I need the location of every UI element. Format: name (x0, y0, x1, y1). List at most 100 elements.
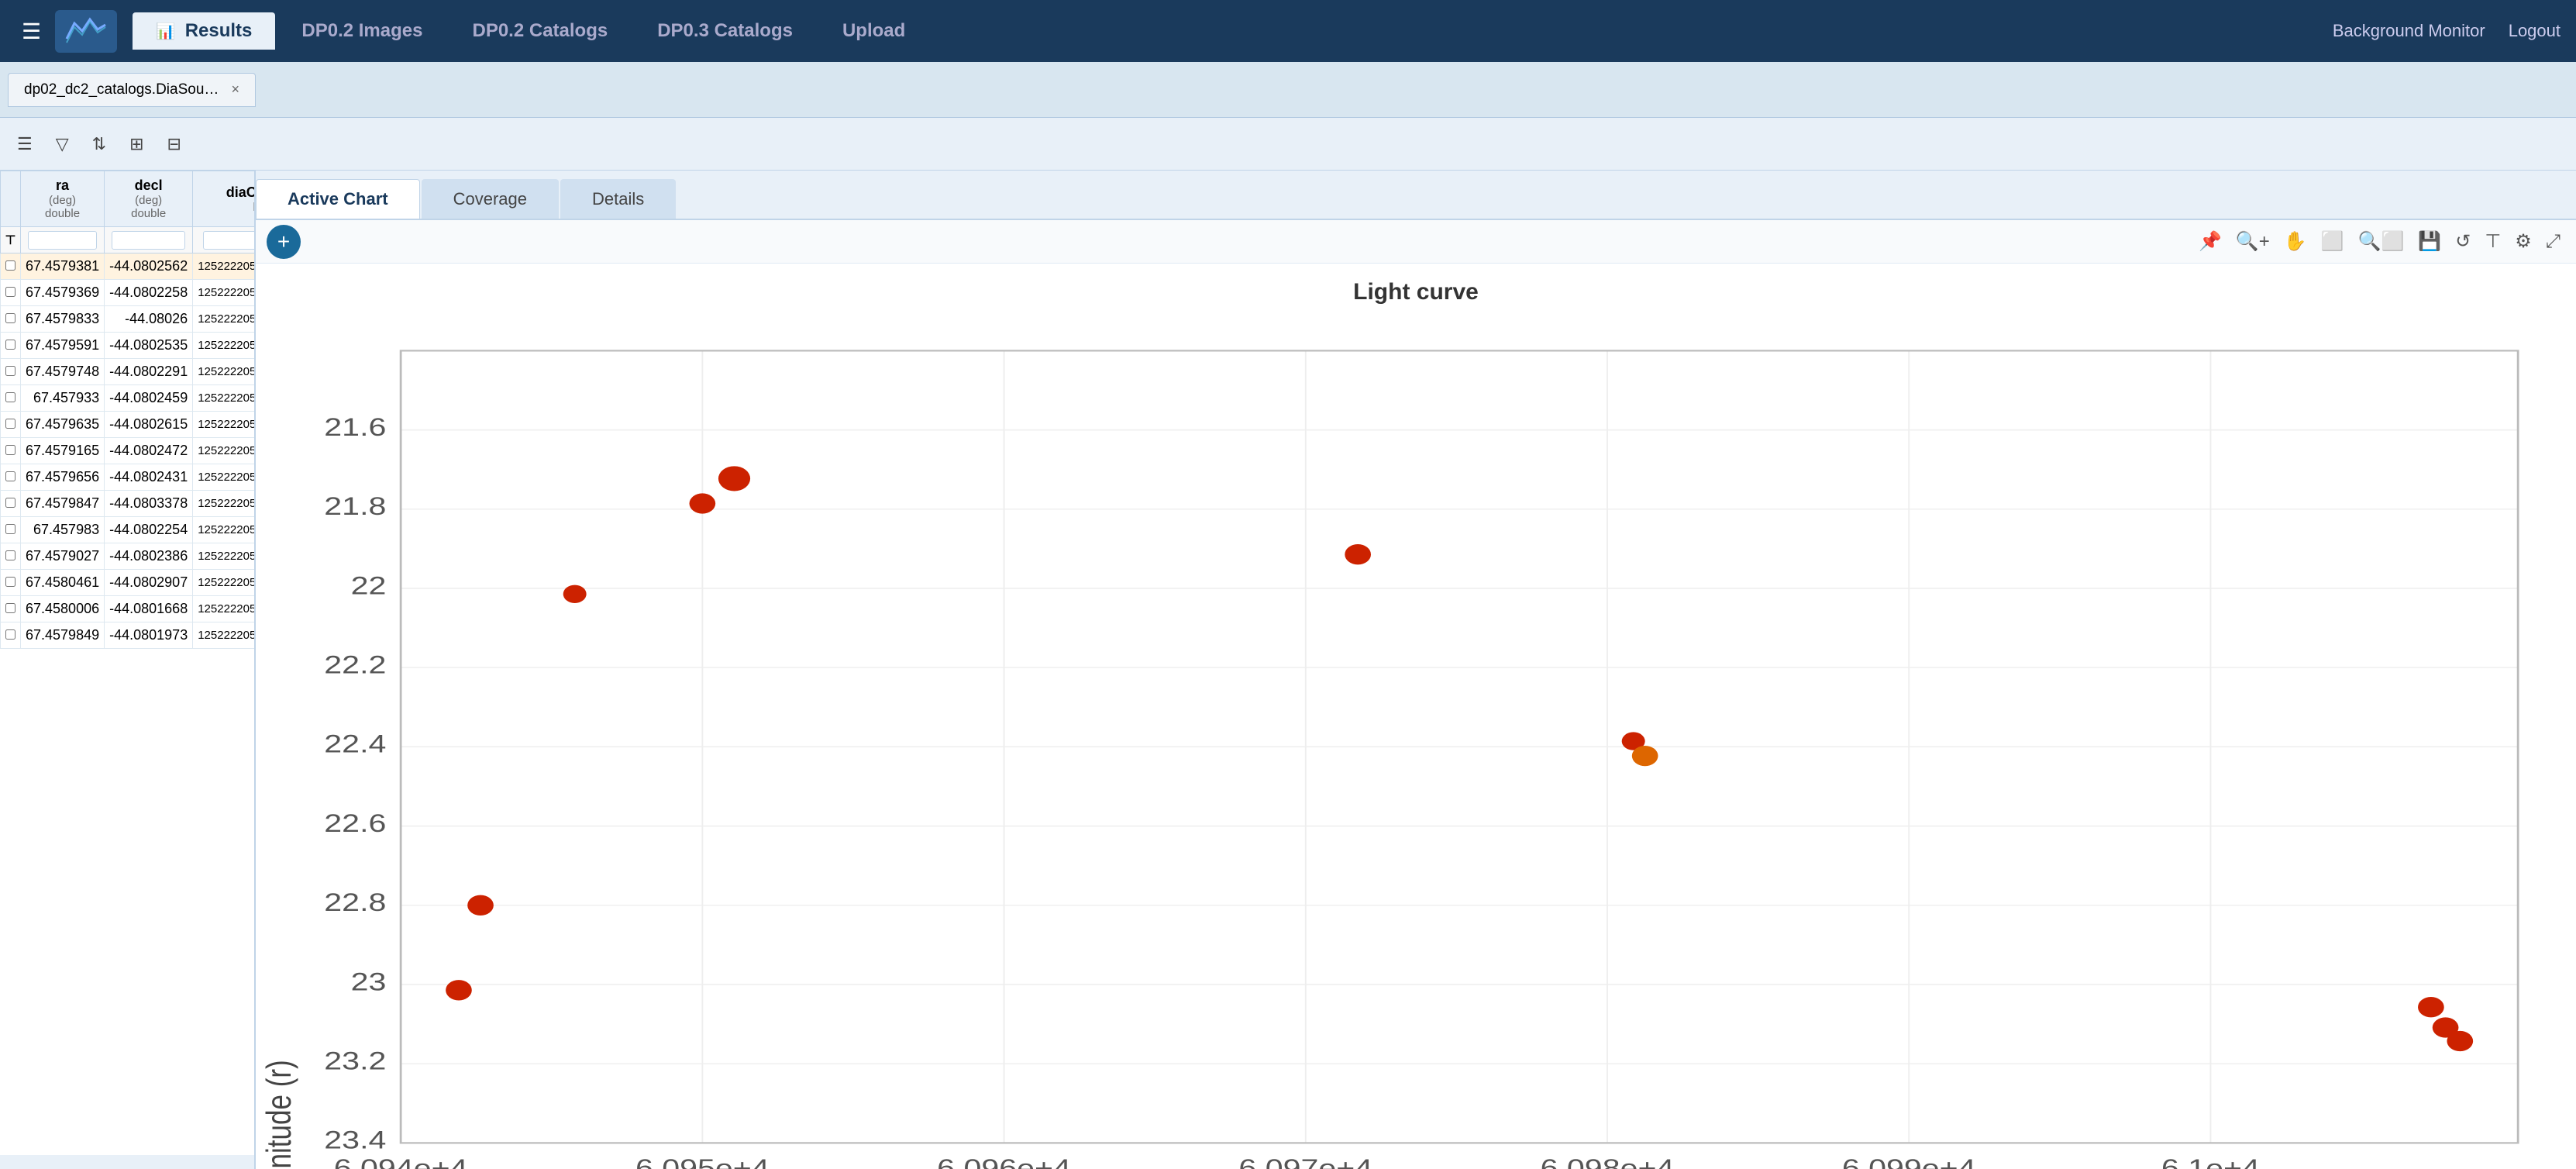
select-rect-button[interactable]: ⬜ (2316, 227, 2349, 256)
menu-button[interactable]: ☰ (15, 12, 47, 50)
table-row[interactable]: 67.4580461-44.0802907125222205987345562 … (1, 570, 255, 596)
toolbar-sort-button[interactable]: ⇅ (83, 128, 115, 160)
cell-diaobjectid: 125222205987345562 12 (193, 412, 254, 438)
row-checkbox[interactable] (5, 445, 15, 455)
tab-details[interactable]: Details (560, 179, 676, 219)
cell-decl: -44.0802431 (105, 464, 193, 491)
pan-button[interactable]: ✋ (2279, 227, 2312, 256)
filter-ra[interactable] (21, 227, 105, 253)
cell-decl: -44.0802386 (105, 543, 193, 570)
row-checkbox[interactable] (5, 498, 15, 508)
active-tab[interactable]: dp02_dc2_catalogs.DiaSource... × (8, 73, 256, 107)
tab-active-chart[interactable]: Active Chart (256, 179, 420, 219)
cell-diaobjectid: 125222205987345562 12 (193, 543, 254, 570)
cell-decl: -44.0803378 (105, 491, 193, 517)
toolbar-menu-button[interactable]: ☰ (8, 128, 42, 160)
svg-text:22.8: 22.8 (324, 888, 386, 916)
data-table: ra (deg) double decl (deg) double diaObj… (0, 171, 254, 649)
row-checkbox-cell (1, 464, 21, 491)
row-checkbox[interactable] (5, 419, 15, 429)
cell-diaobjectid: 125222205987345562 12 (193, 622, 254, 649)
cell-decl: -44.0802562 (105, 253, 193, 280)
nav-tab-dp02-catalogs[interactable]: DP0.2 Catalogs (449, 12, 631, 50)
cell-decl: -44.08026 (105, 306, 193, 333)
chart-svg: 21.6 21.8 22 22.2 22.4 22.6 22.8 23 23.2… (256, 305, 2576, 1169)
row-checkbox-cell (1, 543, 21, 570)
tab-close-button[interactable]: × (231, 81, 239, 98)
nav-tab-results[interactable]: 📊 Results (133, 12, 275, 50)
row-checkbox[interactable] (5, 366, 15, 376)
table-row[interactable]: 67.4579849-44.0801973125222205987345562 … (1, 622, 255, 649)
chart-expand-button[interactable]: ⤢ (2541, 227, 2565, 256)
filter-diaobjectid-input[interactable] (203, 231, 254, 250)
table-row[interactable]: 67.4580006-44.0801668125222205987345562 … (1, 596, 255, 622)
filter-ra-input[interactable] (28, 231, 97, 250)
row-checkbox[interactable] (5, 392, 15, 402)
table-row[interactable]: 67.457983-44.0802254125222205987345562 1… (1, 517, 255, 543)
filter-diaobjectid[interactable] (193, 227, 254, 253)
cell-decl: -44.0802459 (105, 385, 193, 412)
app-logo (55, 10, 117, 53)
row-checkbox[interactable] (5, 524, 15, 534)
cell-ra: 67.4579833 (21, 306, 105, 333)
cell-diaobjectid: 125222205987345562 12 (193, 570, 254, 596)
filter-decl[interactable] (105, 227, 193, 253)
table-row[interactable]: 67.4579381-44.0802562125222205987345562 … (1, 253, 255, 280)
table-row[interactable]: 67.457933-44.0802459125222205987345562 1… (1, 385, 255, 412)
table-row[interactable]: 67.4579591-44.0802535125222205987345562 … (1, 333, 255, 359)
row-checkbox[interactable] (5, 471, 15, 481)
nav-right-actions: Background Monitor Logout (2333, 21, 2561, 41)
table-wrapper[interactable]: ra (deg) double decl (deg) double diaObj… (0, 171, 254, 1155)
table-row[interactable]: 67.4579656-44.0802431125222205987345562 … (1, 464, 255, 491)
chart-settings-button[interactable]: ⚙ (2510, 227, 2536, 256)
row-checkbox[interactable] (5, 603, 15, 613)
row-checkbox[interactable] (5, 629, 15, 640)
pin-button[interactable]: 📌 (2194, 227, 2226, 256)
row-checkbox[interactable] (5, 287, 15, 297)
table-row[interactable]: 67.4579027-44.0802386125222205987345562 … (1, 543, 255, 570)
add-chart-button[interactable]: + (267, 225, 301, 259)
background-monitor-button[interactable]: Background Monitor (2333, 21, 2485, 41)
row-checkbox[interactable] (5, 550, 15, 560)
nav-tab-upload[interactable]: Upload (819, 12, 928, 50)
zoom-select-button[interactable]: 🔍⬜ (2354, 227, 2409, 256)
reset-button[interactable]: ↺ (2450, 227, 2475, 256)
cell-diaobjectid: 125222205987345562 12 (193, 438, 254, 464)
table-row[interactable]: 67.4579833-44.08026125222205987345562 12… (1, 306, 255, 333)
filter-decl-input[interactable] (112, 231, 185, 250)
table-row[interactable]: 67.4579748-44.0802291125222205987345562 … (1, 359, 255, 385)
cell-decl: -44.0802535 (105, 333, 193, 359)
row-checkbox[interactable] (5, 313, 15, 323)
cell-decl: -44.0801973 (105, 622, 193, 649)
chart-toolbar-right: 📌 🔍+ ✋ ⬜ 🔍⬜ 💾 ↺ ⊤ ⚙ ⤢ (2194, 227, 2565, 256)
horizontal-scrollbar[interactable] (0, 1155, 254, 1169)
row-checkbox[interactable] (5, 577, 15, 587)
chart-filter-button[interactable]: ⊤ (2480, 227, 2505, 256)
nav-tab-dp02-images[interactable]: DP0.2 Images (278, 12, 446, 50)
data-point (1345, 544, 1371, 564)
right-panel: Active Chart Coverage Details + 📌 🔍+ ✋ ⬜… (256, 171, 2576, 1169)
svg-text:6.096e+4: 6.096e+4 (937, 1154, 1071, 1169)
toolbar-export-button[interactable]: ⊟ (158, 128, 191, 160)
cell-ra: 67.4579849 (21, 622, 105, 649)
logout-button[interactable]: Logout (2509, 21, 2561, 41)
tab-coverage[interactable]: Coverage (422, 179, 559, 219)
table-row[interactable]: 67.4579635-44.0802615125222205987345562 … (1, 412, 255, 438)
cell-diaobjectid: 125222205987345562 12 (193, 385, 254, 412)
table-row[interactable]: 67.4579165-44.0802472125222205987345562 … (1, 438, 255, 464)
save-button[interactable]: 💾 (2413, 227, 2446, 256)
zoom-in-button[interactable]: 🔍+ (2231, 227, 2275, 256)
table-row[interactable]: 67.4579847-44.0803378125222205987345562 … (1, 491, 255, 517)
row-checkbox-cell (1, 596, 21, 622)
table-row[interactable]: 67.4579369-44.0802258125222205987345562 … (1, 280, 255, 306)
svg-text:6.097e+4: 6.097e+4 (1238, 1154, 1372, 1169)
row-checkbox[interactable] (5, 340, 15, 350)
toolbar-columns-button[interactable]: ⊞ (120, 128, 153, 160)
cell-decl: -44.0802258 (105, 280, 193, 306)
row-checkbox[interactable] (5, 260, 15, 271)
tab-bar: dp02_dc2_catalogs.DiaSource... × (0, 62, 2576, 118)
filter-icon-cell: ⊤ (1, 227, 21, 253)
nav-tab-dp03-catalogs[interactable]: DP0.3 Catalogs (634, 12, 816, 50)
main-layout: ra (deg) double decl (deg) double diaObj… (0, 171, 2576, 1169)
toolbar-filter-button[interactable]: ▽ (46, 128, 78, 160)
